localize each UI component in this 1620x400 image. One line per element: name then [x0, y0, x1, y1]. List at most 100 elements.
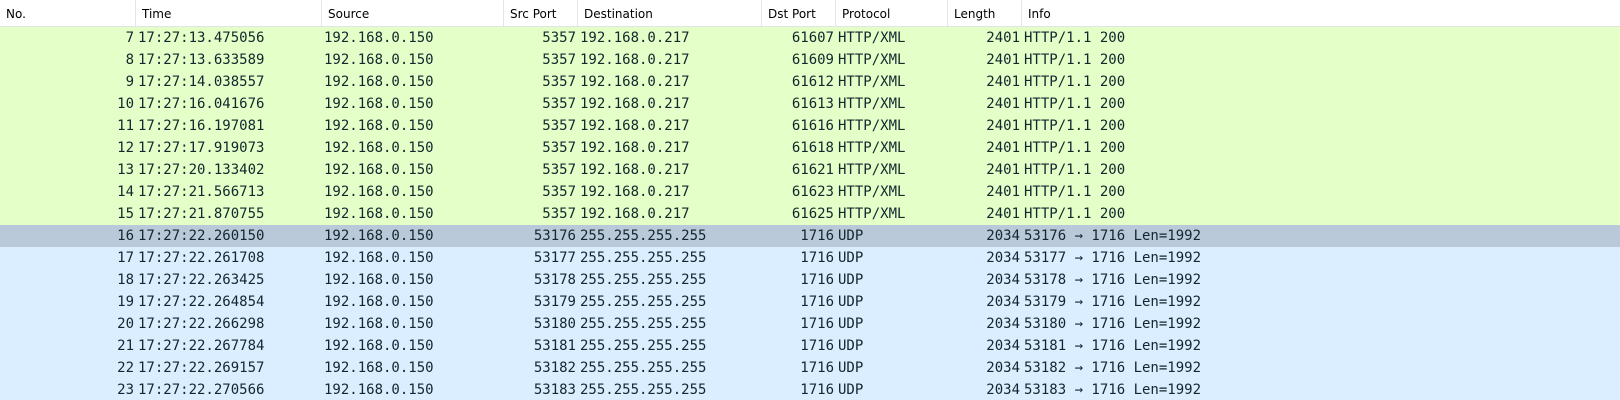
packet-dst-port-cell: 61621: [791, 162, 834, 178]
packet-dst-port-cell: 1716: [800, 360, 834, 376]
packet-info-cell: 53181 → 1716 Len=1992: [1024, 338, 1202, 354]
packet-row[interactable]: 23 17:27:22.270566 192.168.0.150 53183 255.2…: [0, 379, 1620, 400]
packet-source-cell: 192.168.0.150: [324, 96, 434, 112]
packet-dst-port-cell: 61607: [791, 30, 834, 46]
column-header-source[interactable]: Source: [322, 0, 504, 26]
packet-info-cell: HTTP/1.1 200: [1024, 162, 1126, 178]
packet-row[interactable]: 22 17:27:22.269157 192.168.0.150 53182 255.2…: [0, 357, 1620, 379]
column-header-length[interactable]: Length: [948, 0, 1022, 26]
packet-src-port-cell: 5357: [542, 184, 576, 200]
packet-protocol-cell: HTTP/XML: [838, 52, 906, 68]
packet-src-port-cell: 5357: [542, 140, 576, 156]
packet-no-cell: 20: [117, 316, 134, 332]
column-header-destination[interactable]: Destination: [578, 0, 762, 26]
packet-source-cell: 192.168.0.150: [324, 250, 434, 266]
column-header-no[interactable]: No.: [0, 0, 136, 26]
packet-destination-cell: 192.168.0.217: [580, 162, 690, 178]
packet-no-cell: 12: [117, 140, 134, 156]
packet-no-cell: 11: [117, 118, 134, 134]
packet-source-cell: 192.168.0.150: [324, 162, 434, 178]
packet-destination-cell: 192.168.0.217: [580, 52, 690, 68]
packet-dst-port-cell: 1716: [800, 228, 834, 244]
packet-no-cell: 16: [117, 228, 134, 244]
packet-time-cell: 17:27:22.266298: [138, 316, 265, 332]
column-header-dst-port[interactable]: Dst Port: [762, 0, 836, 26]
packet-info-cell: HTTP/1.1 200: [1024, 96, 1126, 112]
packet-row[interactable]: 16 17:27:22.260150 192.168.0.150 53176 255.2…: [0, 225, 1620, 247]
packet-time-cell: 17:27:22.270566: [138, 382, 265, 398]
packet-row[interactable]: 9 17:27:14.038557 192.168.0.150 5357 192.168…: [0, 71, 1620, 93]
packet-destination-cell: 255.255.255.255: [580, 316, 707, 332]
packet-destination-cell: 255.255.255.255: [580, 338, 707, 354]
column-header-protocol[interactable]: Protocol: [836, 0, 948, 26]
packet-time-cell: 17:27:16.041676: [138, 96, 265, 112]
packet-no-cell: 17: [117, 250, 134, 266]
packet-destination-cell: 255.255.255.255: [580, 272, 707, 288]
packet-time-cell: 17:27:13.633589: [138, 52, 265, 68]
packet-time-cell: 17:27:14.038557: [138, 74, 265, 90]
packet-list[interactable]: No. Time Source Src Port Destination Dst…: [0, 0, 1620, 400]
packet-row[interactable]: 14 17:27:21.566713 192.168.0.150 5357 192.16…: [0, 181, 1620, 203]
packet-row[interactable]: 10 17:27:16.041676 192.168.0.150 5357 192.16…: [0, 93, 1620, 115]
packet-row[interactable]: 18 17:27:22.263425 192.168.0.150 53178 255.2…: [0, 269, 1620, 291]
packet-no-cell: 13: [117, 162, 134, 178]
packet-no-cell: 8: [125, 52, 134, 68]
packet-dst-port-cell: 61613: [791, 96, 834, 112]
packet-row[interactable]: 17 17:27:22.261708 192.168.0.150 53177 255.2…: [0, 247, 1620, 269]
packet-protocol-cell: UDP: [838, 338, 864, 354]
packet-protocol-cell: UDP: [838, 272, 864, 288]
packet-length-cell: 2401: [986, 52, 1020, 68]
packet-info-cell: HTTP/1.1 200: [1024, 52, 1126, 68]
packet-protocol-cell: HTTP/XML: [838, 30, 906, 46]
packet-destination-cell: 255.255.255.255: [580, 360, 707, 376]
packet-no-cell: 7: [125, 30, 134, 46]
packet-rows: 7 17:27:13.475056 192.168.0.150 5357 192.168…: [0, 27, 1620, 400]
packet-src-port-cell: 5357: [542, 206, 576, 222]
packet-src-port-cell: 53177: [533, 250, 576, 266]
packet-source-cell: 192.168.0.150: [324, 272, 434, 288]
column-header-time[interactable]: Time: [136, 0, 322, 26]
packet-row[interactable]: 12 17:27:17.919073 192.168.0.150 5357 192.16…: [0, 137, 1620, 159]
packet-row[interactable]: 7 17:27:13.475056 192.168.0.150 5357 192.168…: [0, 27, 1620, 49]
packet-source-cell: 192.168.0.150: [324, 382, 434, 398]
column-header-info[interactable]: Info: [1022, 0, 1620, 26]
packet-time-cell: 17:27:21.870755: [138, 206, 265, 222]
packet-length-cell: 2034: [986, 250, 1020, 266]
packet-time-cell: 17:27:22.269157: [138, 360, 265, 376]
packet-length-cell: 2034: [986, 382, 1020, 398]
packet-length-cell: 2401: [986, 118, 1020, 134]
column-header-src-port[interactable]: Src Port: [504, 0, 578, 26]
packet-source-cell: 192.168.0.150: [324, 118, 434, 134]
packet-source-cell: 192.168.0.150: [324, 206, 434, 222]
packet-no-cell: 21: [117, 338, 134, 354]
packet-protocol-cell: HTTP/XML: [838, 118, 906, 134]
column-header-row: No. Time Source Src Port Destination Dst…: [0, 0, 1620, 27]
packet-info-cell: HTTP/1.1 200: [1024, 140, 1126, 156]
packet-dst-port-cell: 61623: [791, 184, 834, 200]
packet-row[interactable]: 19 17:27:22.264854 192.168.0.150 53179 255.2…: [0, 291, 1620, 313]
packet-no-cell: 19: [117, 294, 134, 310]
packet-info-cell: 53177 → 1716 Len=1992: [1024, 250, 1202, 266]
packet-destination-cell: 192.168.0.217: [580, 206, 690, 222]
packet-info-cell: 53179 → 1716 Len=1992: [1024, 294, 1202, 310]
packet-row[interactable]: 21 17:27:22.267784 192.168.0.150 53181 255.2…: [0, 335, 1620, 357]
packet-length-cell: 2401: [986, 140, 1020, 156]
packet-time-cell: 17:27:22.263425: [138, 272, 265, 288]
packet-dst-port-cell: 1716: [800, 316, 834, 332]
packet-no-cell: 22: [117, 360, 134, 376]
packet-row[interactable]: 11 17:27:16.197081 192.168.0.150 5357 192.16…: [0, 115, 1620, 137]
packet-dst-port-cell: 61612: [791, 74, 834, 90]
packet-destination-cell: 255.255.255.255: [580, 382, 707, 398]
packet-source-cell: 192.168.0.150: [324, 74, 434, 90]
packet-row[interactable]: 15 17:27:21.870755 192.168.0.150 5357 192.16…: [0, 203, 1620, 225]
packet-length-cell: 2401: [986, 162, 1020, 178]
packet-no-cell: 10: [117, 96, 134, 112]
packet-time-cell: 17:27:16.197081: [138, 118, 265, 134]
packet-row[interactable]: 13 17:27:20.133402 192.168.0.150 5357 192.16…: [0, 159, 1620, 181]
packet-no-cell: 15: [117, 206, 134, 222]
packet-protocol-cell: UDP: [838, 294, 864, 310]
packet-row[interactable]: 20 17:27:22.266298 192.168.0.150 53180 255.2…: [0, 313, 1620, 335]
packet-row[interactable]: 8 17:27:13.633589 192.168.0.150 5357 192.168…: [0, 49, 1620, 71]
packet-dst-port-cell: 1716: [800, 338, 834, 354]
packet-protocol-cell: HTTP/XML: [838, 74, 906, 90]
